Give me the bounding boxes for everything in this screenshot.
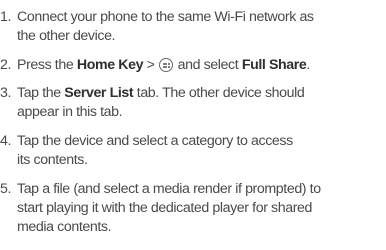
step-text: Tap a file (and select a media render if… — [17, 180, 385, 237]
text-segment: . — [306, 57, 310, 73]
step-line: its contents. — [17, 152, 88, 168]
step-number: 4. — [0, 133, 12, 149]
text-segment: and select — [174, 57, 242, 73]
step-number: 3. — [0, 85, 12, 101]
home-key-label: Home Key — [76, 57, 144, 73]
step-text: Press the Home Key > and select Full Sha… — [17, 56, 385, 75]
step-number: 2. — [0, 57, 12, 73]
step-line: Connect your phone to the same Wi-Fi net… — [17, 9, 314, 25]
step-text: Connect your phone to the same Wi-Fi net… — [17, 8, 385, 46]
text-segment: tab. The other device should — [133, 85, 305, 101]
full-share-label: Full Share — [241, 57, 307, 73]
server-list-label: Server List — [64, 85, 134, 101]
step-line: Tap a file (and select a media render if… — [17, 181, 321, 197]
apps-grid-icon — [159, 58, 174, 72]
text-segment: > — [143, 57, 159, 73]
step-line: media contents. — [17, 219, 112, 235]
text-segment: Press the — [17, 57, 77, 73]
step-line: Tap the Server List tab. The other devic… — [17, 84, 385, 103]
step-line: the other device. — [17, 28, 116, 44]
text-segment: Tap the — [17, 85, 65, 101]
step-number: 1. — [0, 9, 12, 25]
step-line: start playing it with the dedicated play… — [17, 200, 313, 216]
step-text: Tap the device and select a category to … — [17, 132, 385, 170]
step-line: Tap the device and select a category to … — [17, 133, 293, 149]
step-line: Press the Home Key > and select Full Sha… — [17, 56, 385, 75]
step-text: Tap the Server List tab. The other devic… — [17, 84, 385, 122]
step-number: 5. — [0, 181, 12, 197]
step-line: appear in this tab. — [17, 104, 123, 120]
